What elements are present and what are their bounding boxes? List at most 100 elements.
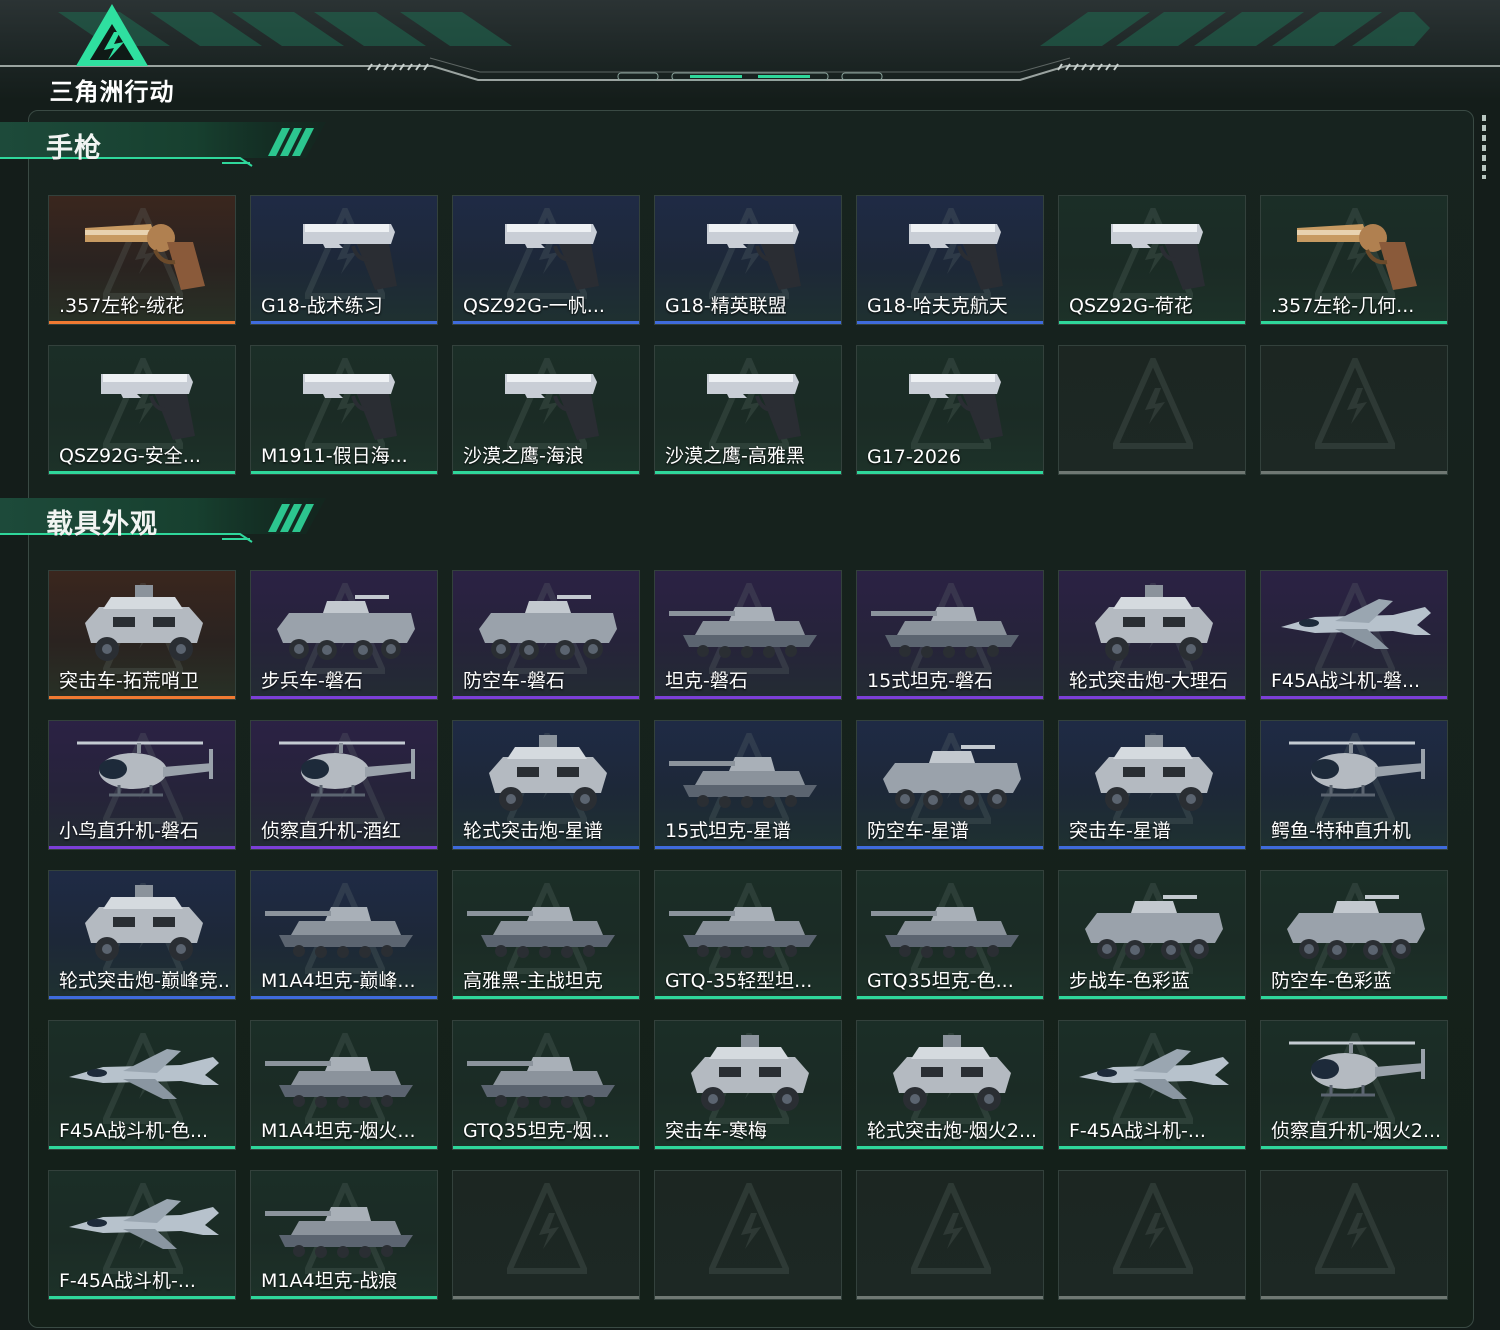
rarity-bar — [49, 1146, 235, 1149]
empty-skin-slot — [1058, 345, 1246, 475]
skin-name: 轮式突击炮-巅峰竞... — [59, 970, 231, 992]
skin-card[interactable]: GTQ35坦克-色... — [856, 870, 1044, 1000]
rarity-bar — [1059, 1296, 1245, 1299]
skin-card[interactable]: 步兵车-磐石 — [250, 570, 438, 700]
skin-card[interactable]: 沙漠之鹰-海浪 — [452, 345, 640, 475]
skin-name: GTQ35坦克-烟... — [463, 1120, 610, 1142]
skin-name: .357左轮-绒花 — [59, 295, 185, 317]
skin-name: M1A4坦克-巅峰... — [261, 970, 416, 992]
armored-car-icon — [85, 585, 203, 661]
skin-card[interactable]: QSZ92G-荷花 — [1058, 195, 1246, 325]
skin-card[interactable]: 防空车-星谱 — [856, 720, 1044, 850]
pistol-icon — [707, 224, 801, 290]
skin-card[interactable]: 鳄鱼-特种直升机 — [1260, 720, 1448, 850]
rarity-bar — [1059, 696, 1245, 699]
skin-name: 沙漠之鹰-海浪 — [463, 445, 584, 467]
ifv-icon — [883, 745, 1021, 810]
rarity-bar — [857, 471, 1043, 474]
skin-card[interactable]: 高雅黑-主战坦克 — [452, 870, 640, 1000]
skin-card[interactable]: G17-2026 — [856, 345, 1044, 475]
rarity-bar — [251, 996, 437, 999]
skin-name: 高雅黑-主战坦克 — [463, 970, 603, 992]
skin-name: F45A战斗机-色... — [59, 1120, 209, 1142]
skin-card[interactable]: 小鸟直升机-磐石 — [48, 720, 236, 850]
skin-name: QSZ92G-安全... — [59, 445, 201, 467]
skin-name: GTQ-35轻型坦... — [665, 970, 813, 992]
skin-card[interactable]: F-45A战斗机-... — [48, 1170, 236, 1300]
rarity-bar — [1059, 1146, 1245, 1149]
skin-card[interactable]: 步战车-色彩蓝 — [1058, 870, 1246, 1000]
pistol-icon — [505, 374, 599, 440]
skin-card[interactable]: G18-精英联盟 — [654, 195, 842, 325]
rarity-bar — [453, 696, 639, 699]
skin-card[interactable]: GTQ35坦克-烟... — [452, 1020, 640, 1150]
skin-name: G18-哈夫克航天 — [867, 295, 1008, 317]
skin-card[interactable]: 轮式突击炮-巅峰竞... — [48, 870, 236, 1000]
ifv-icon — [277, 595, 415, 660]
empty-skin-slot — [856, 1170, 1044, 1300]
skin-card[interactable]: 轮式突击炮-大理石 — [1058, 570, 1246, 700]
skin-card[interactable]: F45A战斗机-磐... — [1260, 570, 1448, 700]
pistol-icon — [707, 374, 801, 440]
skin-name: 沙漠之鹰-高雅黑 — [665, 445, 805, 467]
scroll-indicator[interactable] — [1482, 115, 1486, 179]
skin-card[interactable]: M1A4坦克-战痕 — [250, 1170, 438, 1300]
ifv-icon — [1287, 895, 1425, 960]
skin-card[interactable]: M1A4坦克-烟火... — [250, 1020, 438, 1150]
skin-card[interactable]: 沙漠之鹰-高雅黑 — [654, 345, 842, 475]
skin-card[interactable]: M1911-假日海... — [250, 345, 438, 475]
skin-card[interactable]: 侦察直升机-酒红 — [250, 720, 438, 850]
rarity-bar — [655, 696, 841, 699]
tank-icon — [669, 907, 817, 958]
skin-card[interactable]: 突击车-寒梅 — [654, 1020, 842, 1150]
skin-card[interactable]: 坦克-磐石 — [654, 570, 842, 700]
empty-skin-slot — [1058, 1170, 1246, 1300]
skin-card[interactable]: M1A4坦克-巅峰... — [250, 870, 438, 1000]
rarity-bar — [1261, 696, 1447, 699]
skin-name: 突击车-寒梅 — [665, 1120, 767, 1142]
skin-card[interactable]: G18-战术练习 — [250, 195, 438, 325]
skin-card[interactable]: F45A战斗机-色... — [48, 1020, 236, 1150]
skin-card[interactable]: .357左轮-几何... — [1260, 195, 1448, 325]
rarity-bar — [857, 1296, 1043, 1299]
skin-card[interactable]: F-45A战斗机-... — [1058, 1020, 1246, 1150]
skin-name: QSZ92G-荷花 — [1069, 295, 1193, 317]
skin-name: 15式坦克-星谱 — [665, 820, 792, 842]
delta-watermark-icon — [1315, 358, 1395, 449]
skin-card[interactable]: QSZ92G-安全... — [48, 345, 236, 475]
skin-card[interactable]: QSZ92G-一帆... — [452, 195, 640, 325]
armored-car-icon — [893, 1035, 1011, 1111]
skin-card[interactable]: .357左轮-绒花 — [48, 195, 236, 325]
rarity-bar — [655, 1296, 841, 1299]
skin-name: 轮式突击炮-大理石 — [1069, 670, 1228, 692]
rarity-bar — [453, 1296, 639, 1299]
rarity-bar — [857, 321, 1043, 324]
skin-card[interactable]: 突击车-拓荒哨卫 — [48, 570, 236, 700]
skin-card[interactable]: 突击车-星谱 — [1058, 720, 1246, 850]
skin-card[interactable]: 轮式突击炮-星谱 — [452, 720, 640, 850]
skin-card[interactable]: 防空车-色彩蓝 — [1260, 870, 1448, 1000]
rarity-bar — [251, 846, 437, 849]
skin-name: G18-战术练习 — [261, 295, 383, 317]
rarity-bar — [49, 846, 235, 849]
rarity-bar — [1261, 1296, 1447, 1299]
tank-icon — [265, 1207, 413, 1258]
skin-card[interactable]: 侦察直升机-烟火2... — [1260, 1020, 1448, 1150]
skin-card[interactable]: 15式坦克-星谱 — [654, 720, 842, 850]
helicopter-icon — [1289, 741, 1425, 797]
delta-watermark-icon — [911, 1183, 991, 1274]
rarity-bar — [1261, 996, 1447, 999]
skin-card[interactable]: 15式坦克-磐石 — [856, 570, 1044, 700]
skin-name: 防空车-星谱 — [867, 820, 969, 842]
skin-card[interactable]: 轮式突击炮-烟火2... — [856, 1020, 1044, 1150]
rarity-bar — [655, 471, 841, 474]
game-logo: 三角洲行动 — [44, 2, 180, 106]
skin-card[interactable]: 防空车-磐石 — [452, 570, 640, 700]
skin-card[interactable]: GTQ-35轻型坦... — [654, 870, 842, 1000]
skin-name: M1A4坦克-战痕 — [261, 1270, 398, 1292]
section-title: 手枪 — [46, 133, 102, 164]
ifv-icon — [1085, 895, 1223, 960]
skin-card[interactable]: G18-哈夫克航天 — [856, 195, 1044, 325]
rarity-bar — [1261, 846, 1447, 849]
jet-icon — [69, 1199, 219, 1249]
